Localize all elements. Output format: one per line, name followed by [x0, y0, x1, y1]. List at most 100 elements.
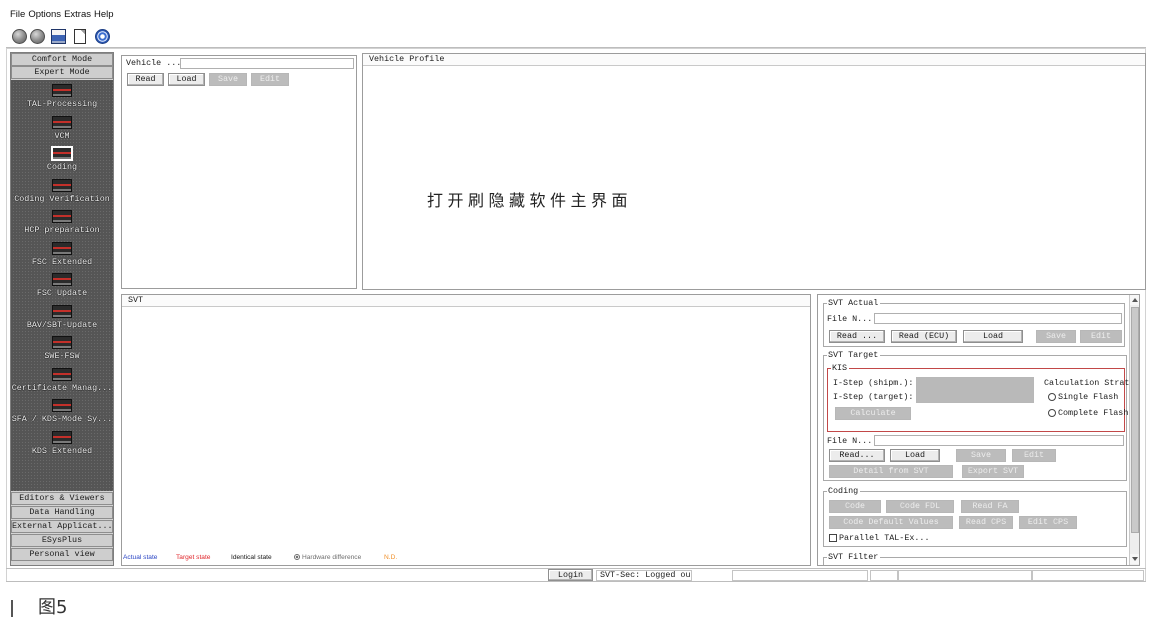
- edit-cps-button[interactable]: Edit CPS: [1019, 516, 1077, 529]
- status-segment: [732, 570, 868, 581]
- ecu-monitor-icon: [52, 336, 72, 349]
- detail-from-svt-button[interactable]: Detail from SVT: [829, 465, 953, 478]
- svt-target-read-button[interactable]: Read...: [829, 449, 885, 462]
- login-button[interactable]: Login: [548, 569, 593, 581]
- menu-options[interactable]: Options: [28, 9, 61, 21]
- calculate-button[interactable]: Calculate: [835, 407, 911, 420]
- scroll-down-icon[interactable]: [1130, 554, 1139, 564]
- svt-actual-save-button[interactable]: Save: [1036, 330, 1076, 343]
- esysplus-button[interactable]: ESysPlus: [11, 534, 113, 547]
- vehicle-file-input[interactable]: [180, 58, 354, 69]
- expert-item-label: Coding Verification: [14, 193, 110, 204]
- legend-target-state: Target state: [176, 554, 211, 561]
- expert-item-swe-fsw[interactable]: SWE-FSW: [11, 336, 113, 364]
- svt-target-title: SVT Target: [827, 350, 881, 360]
- ecu-monitor-icon: [52, 241, 72, 255]
- expert-mode-button[interactable]: Expert Mode: [11, 66, 113, 79]
- code-default-values-button[interactable]: Code Default Values: [829, 516, 953, 529]
- ecu-monitor-icon: [52, 84, 72, 97]
- expert-item-tal-processing[interactable]: TAL-Processing: [11, 84, 113, 112]
- scroll-thumb[interactable]: [1131, 307, 1139, 533]
- new-document-icon[interactable]: [74, 29, 86, 44]
- svt-actual-title: SVT Actual: [827, 298, 881, 308]
- mode-sidebar: Comfort Mode Expert Mode TAL-Processing …: [10, 52, 114, 566]
- code-button[interactable]: Code: [829, 500, 881, 513]
- vehicle-profile-panel: Vehicle Profile 打开刷隐藏软件主界面: [362, 53, 1146, 290]
- expert-item-fsc-extended[interactable]: FSC Extended: [11, 241, 113, 270]
- read-fa-button[interactable]: Read FA: [961, 500, 1019, 513]
- expert-item-hcp-preparation[interactable]: HCP preparation: [11, 210, 113, 238]
- svt-target-save-button[interactable]: Save: [956, 449, 1006, 462]
- expert-item-label: HCP preparation: [24, 225, 100, 235]
- disconnect-icon[interactable]: [30, 29, 45, 44]
- ecu-monitor-icon: [52, 399, 72, 412]
- data-handling-button[interactable]: Data Handling: [11, 506, 113, 519]
- svt-actual-group: SVT Actual File N... Read ... Read (ECU)…: [823, 298, 1125, 347]
- expert-item-vcm[interactable]: VCM: [11, 115, 113, 144]
- vehicle-save-button[interactable]: Save: [209, 73, 247, 86]
- svt-panel: SVT Actual state Target state Identical …: [121, 294, 811, 566]
- single-flash-radio[interactable]: Single Flash: [1048, 392, 1124, 402]
- complete-flash-radio[interactable]: Complete Flash: [1048, 408, 1128, 418]
- expert-item-bav-sbt-update[interactable]: BAV/SBT-Update: [11, 304, 113, 333]
- expert-item-certificate-management[interactable]: Certificate Manag...: [11, 367, 113, 396]
- svt-actual-read-button[interactable]: Read ...: [829, 330, 885, 343]
- legend-not-defined: N.D.: [384, 554, 398, 561]
- svt-target-file-input[interactable]: [874, 435, 1124, 446]
- save-session-icon[interactable]: [51, 29, 66, 44]
- menu-help[interactable]: Help: [94, 9, 114, 21]
- ecu-monitor-icon: [52, 304, 72, 318]
- svt-filter-title: SVT Filter: [827, 552, 881, 562]
- connect-icon[interactable]: [12, 29, 27, 44]
- export-svt-button[interactable]: Export SVT: [962, 465, 1024, 478]
- status-segment: [1032, 570, 1144, 581]
- svt-actual-edit-button[interactable]: Edit: [1080, 330, 1122, 343]
- external-applications-button[interactable]: External Applicat...: [11, 520, 113, 533]
- complete-flash-label: Complete Flash: [1058, 408, 1129, 418]
- vehicle-load-button[interactable]: Load: [168, 73, 205, 86]
- figure-caption: 图5: [38, 597, 68, 618]
- ecu-monitor-icon: [52, 367, 72, 381]
- svt-actual-file-input[interactable]: [874, 313, 1122, 324]
- checkbox-icon: [829, 534, 837, 542]
- status-segment: [870, 570, 898, 581]
- personal-view-button[interactable]: Personal view: [11, 548, 113, 561]
- help-icon[interactable]: [95, 29, 110, 44]
- comfort-mode-button[interactable]: Comfort Mode: [11, 53, 113, 66]
- svt-actual-file-label: File N...: [827, 314, 873, 324]
- ecu-monitor-icon: [52, 147, 72, 160]
- parallel-tal-label: Parallel TAL-Ex...: [839, 533, 930, 543]
- expert-item-kds-extended[interactable]: KDS Extended: [11, 430, 113, 459]
- expert-item-sfa-kds-mode[interactable]: SFA / KDS-Mode Sy...: [11, 399, 113, 427]
- status-bar: Login SVT-Sec: Logged out: [6, 568, 1146, 582]
- calculation-strategy-label: Calculation Strate: [1044, 378, 1135, 388]
- code-fdl-button[interactable]: Code FDL: [886, 500, 954, 513]
- expert-item-label: KDS Extended: [31, 445, 93, 456]
- svt-target-load-button[interactable]: Load: [890, 449, 940, 462]
- hardware-difference-icon: [294, 554, 300, 560]
- vehicle-read-button[interactable]: Read: [127, 73, 164, 86]
- expert-item-label: SWE-FSW: [44, 351, 80, 361]
- vehicle-profile-title: Vehicle Profile: [363, 54, 1145, 66]
- menu-file[interactable]: File: [10, 9, 25, 21]
- svt-target-edit-button[interactable]: Edit: [1012, 449, 1056, 462]
- read-cps-button[interactable]: Read CPS: [959, 516, 1013, 529]
- scroll-up-icon[interactable]: [1130, 295, 1139, 305]
- expert-item-fsc-update[interactable]: FSC Update: [11, 273, 113, 301]
- menu-bar: File Options Extras Help: [10, 9, 117, 21]
- editors-viewers-button[interactable]: Editors & Viewers: [11, 492, 113, 505]
- expert-item-coding-verification[interactable]: Coding Verification: [11, 178, 113, 207]
- ecu-monitor-icon: [52, 273, 72, 286]
- control-panel-scrollbar[interactable]: [1129, 295, 1139, 565]
- menu-extras[interactable]: Extras: [64, 9, 91, 21]
- expert-item-label: FSC Update: [36, 288, 88, 298]
- parallel-tal-checkbox[interactable]: Parallel TAL-Ex...: [829, 533, 939, 543]
- annotation-text: 打开刷隐藏软件主界面: [427, 191, 633, 210]
- istep-field[interactable]: [916, 377, 1034, 403]
- svt-actual-read-ecu-button[interactable]: Read (ECU): [891, 330, 957, 343]
- expert-item-coding[interactable]: Coding: [11, 147, 113, 175]
- vehicle-edit-button[interactable]: Edit: [251, 73, 289, 86]
- kis-title: KIS: [831, 363, 850, 373]
- coding-group: Coding Code Code FDL Read FA Code Defaul…: [823, 486, 1127, 547]
- svt-actual-load-button[interactable]: Load: [963, 330, 1023, 343]
